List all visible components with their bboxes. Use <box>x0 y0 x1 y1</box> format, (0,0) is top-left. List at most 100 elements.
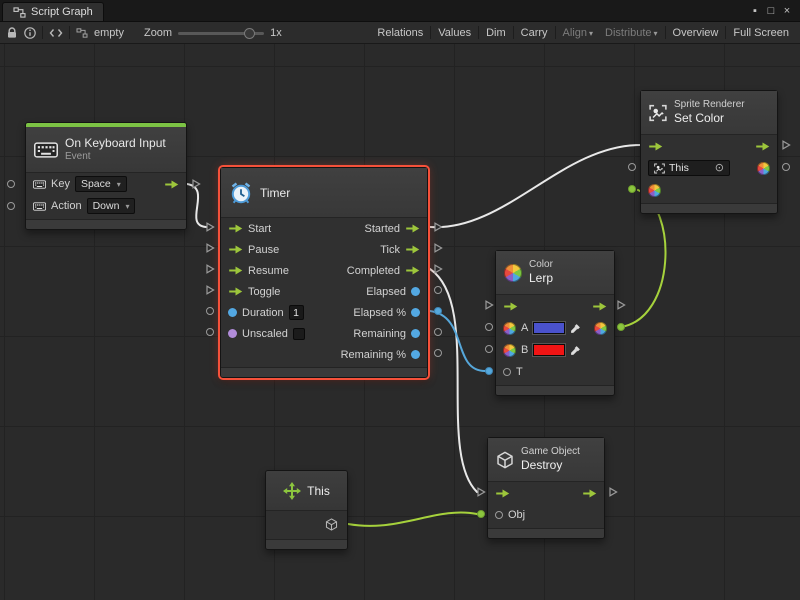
flow-input-port[interactable] <box>503 302 518 311</box>
node-destroy[interactable]: Game Object Destroy Obj <box>487 437 605 539</box>
node-header[interactable]: On Keyboard Input Event <box>26 127 186 173</box>
external-flow-port[interactable] <box>608 487 618 497</box>
external-flow-port[interactable] <box>205 285 215 295</box>
external-flow-port[interactable] <box>191 179 201 189</box>
external-value-port[interactable] <box>485 367 493 375</box>
zoom-slider[interactable] <box>178 27 264 39</box>
external-flow-port[interactable] <box>476 487 486 497</box>
color-output-port[interactable] <box>757 162 770 175</box>
value-output-port[interactable] <box>411 308 420 317</box>
color-input-port[interactable] <box>503 344 516 357</box>
value-output-port[interactable] <box>411 287 420 296</box>
eyedropper-icon[interactable] <box>570 323 581 334</box>
carry-button[interactable]: Carry <box>516 25 553 41</box>
distribute-dropdown[interactable]: Distribute▾ <box>600 25 662 41</box>
external-flow-port[interactable] <box>205 222 215 232</box>
value-input-port[interactable] <box>228 308 237 317</box>
external-value-port[interactable] <box>617 323 625 331</box>
window-menu-icon[interactable]: ▪ <box>747 1 763 21</box>
color-output-port[interactable] <box>594 322 607 335</box>
port-label: B <box>521 344 528 356</box>
code-icon[interactable] <box>49 28 63 38</box>
external-value-port[interactable] <box>782 163 790 171</box>
color-input-port[interactable] <box>503 322 516 335</box>
flow-input-port[interactable] <box>495 489 510 498</box>
align-dropdown[interactable]: Align▾ <box>558 25 598 41</box>
gameobject-output-port[interactable] <box>325 518 338 531</box>
action-dropdown[interactable]: Down ▾ <box>87 198 136 214</box>
value-input-port[interactable] <box>228 329 237 338</box>
external-flow-port[interactable] <box>433 243 443 253</box>
external-flow-port[interactable] <box>616 300 626 310</box>
flow-input-port[interactable] <box>228 287 243 296</box>
window-maximize-button[interactable]: □ <box>763 1 779 21</box>
node-color-lerp[interactable]: Color Lerp A B T <box>495 250 615 396</box>
color-input-port[interactable] <box>648 184 661 197</box>
flow-output-port[interactable] <box>405 224 420 233</box>
flow-output-port[interactable] <box>592 302 607 311</box>
relations-button[interactable]: Relations <box>372 25 428 41</box>
external-value-port[interactable] <box>485 345 493 353</box>
window-close-button[interactable]: × <box>779 1 795 21</box>
color-b-swatch[interactable] <box>533 344 565 356</box>
fullscreen-button[interactable]: Full Screen <box>728 25 794 41</box>
node-header[interactable]: Timer <box>221 168 427 218</box>
unscaled-checkbox[interactable] <box>293 328 305 340</box>
flow-input-port[interactable] <box>228 224 243 233</box>
external-value-port[interactable] <box>434 307 442 315</box>
flow-input-port[interactable] <box>228 245 243 254</box>
node-set-color[interactable]: Sprite Renderer Set Color This ⊙ <box>640 90 778 214</box>
eyedropper-icon[interactable] <box>570 345 581 356</box>
duration-input[interactable]: 1 <box>289 305 304 320</box>
color-a-swatch[interactable] <box>533 322 565 334</box>
flow-input-port[interactable] <box>648 142 663 151</box>
value-output-port[interactable] <box>411 329 420 338</box>
value-input-port[interactable] <box>495 511 503 519</box>
window-controls: ▪ □ × <box>747 0 800 21</box>
toolbar-separator <box>478 26 479 39</box>
object-picker-icon[interactable]: ⊙ <box>715 163 724 174</box>
overview-button[interactable]: Overview <box>668 25 724 41</box>
node-this[interactable]: This <box>265 470 348 550</box>
external-value-port[interactable] <box>434 349 442 357</box>
external-flow-port[interactable] <box>205 243 215 253</box>
external-value-port[interactable] <box>477 510 485 518</box>
dim-button[interactable]: Dim <box>481 25 511 41</box>
external-value-port[interactable] <box>485 323 493 331</box>
values-button[interactable]: Values <box>433 25 476 41</box>
info-icon[interactable] <box>24 27 36 39</box>
flow-output-port[interactable] <box>405 266 420 275</box>
external-value-port[interactable] <box>434 286 442 294</box>
zoom-slider-handle[interactable] <box>244 28 255 39</box>
node-header[interactable]: Game Object Destroy <box>488 438 604 482</box>
node-timer[interactable]: Timer Start Started Pause Tick Resume Co… <box>220 167 428 378</box>
external-value-port[interactable] <box>628 185 636 193</box>
external-flow-port[interactable] <box>484 300 494 310</box>
node-header[interactable]: Color Lerp <box>496 251 614 295</box>
external-flow-port[interactable] <box>205 264 215 274</box>
flow-output-port[interactable] <box>582 489 597 498</box>
external-flow-port[interactable] <box>433 222 443 232</box>
external-value-port[interactable] <box>206 307 214 315</box>
value-input-port[interactable] <box>503 368 511 376</box>
flow-output-port[interactable] <box>164 180 179 189</box>
external-value-port[interactable] <box>434 328 442 336</box>
external-value-port[interactable] <box>7 202 15 210</box>
flow-input-port[interactable] <box>228 266 243 275</box>
lock-icon[interactable] <box>6 27 18 39</box>
external-flow-port[interactable] <box>433 264 443 274</box>
flow-output-port[interactable] <box>755 142 770 151</box>
external-value-port[interactable] <box>206 328 214 336</box>
node-on-keyboard-input[interactable]: On Keyboard Input Event Key Space ▾ Acti… <box>25 122 187 230</box>
key-dropdown[interactable]: Space ▾ <box>75 176 127 192</box>
flow-output-port[interactable] <box>405 245 420 254</box>
external-value-port[interactable] <box>628 163 636 171</box>
tab-script-graph[interactable]: Script Graph <box>2 2 104 21</box>
port-label: Start <box>248 223 271 235</box>
node-header[interactable]: Sprite Renderer Set Color <box>641 91 777 135</box>
value-output-port[interactable] <box>411 350 420 359</box>
external-value-port[interactable] <box>7 180 15 188</box>
port-label: Elapsed % <box>353 307 406 319</box>
external-flow-port[interactable] <box>781 140 791 150</box>
target-object-field[interactable]: This ⊙ <box>648 160 730 176</box>
